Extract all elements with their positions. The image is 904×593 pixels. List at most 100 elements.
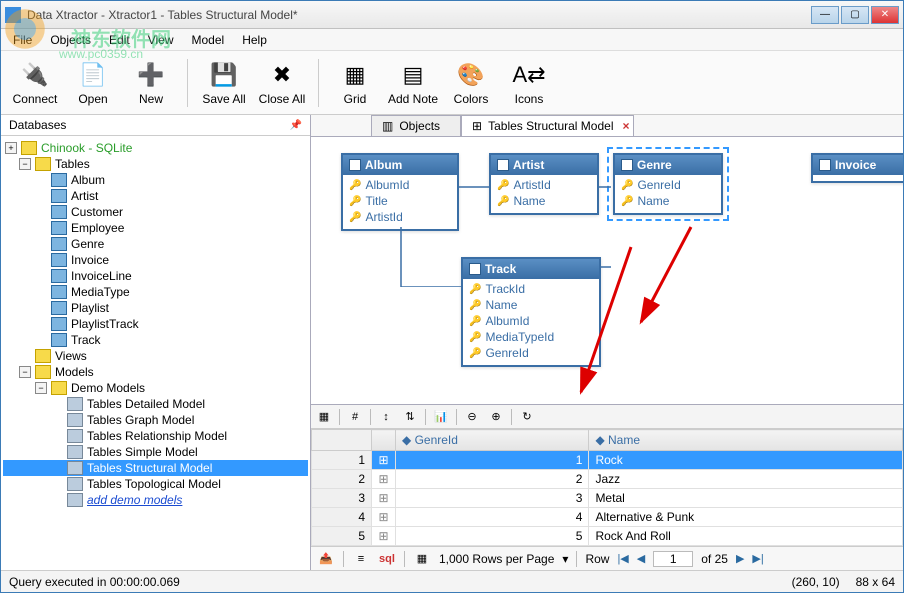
tree-tables-topological-model[interactable]: Tables Topological Model: [3, 476, 308, 492]
cell-name[interactable]: Metal: [589, 489, 903, 508]
tree-album[interactable]: Album: [3, 172, 308, 188]
tree-employee[interactable]: Employee: [3, 220, 308, 236]
tree-demo-models[interactable]: −Demo Models: [3, 380, 308, 396]
entity-field[interactable]: 🔑GenreId: [619, 177, 717, 193]
tree-genre[interactable]: Genre: [3, 236, 308, 252]
entity-field[interactable]: 🔑Title: [347, 193, 453, 209]
cell-name[interactable]: Jazz: [589, 470, 903, 489]
tree-toggle-icon[interactable]: −: [35, 382, 47, 394]
entity-field[interactable]: 🔑Name: [495, 193, 593, 209]
nav-prev[interactable]: ◀: [637, 552, 645, 565]
nav-sql-icon[interactable]: sql: [378, 550, 396, 568]
tree-playlist[interactable]: Playlist: [3, 300, 308, 316]
tree-tables[interactable]: −Tables: [3, 156, 308, 172]
table-row[interactable]: 3⊞3Metal: [312, 489, 903, 508]
open-button[interactable]: 📄Open: [65, 55, 121, 111]
tree-toggle-icon[interactable]: +: [5, 142, 17, 154]
entity-header[interactable]: Track: [463, 259, 599, 279]
menu-edit[interactable]: Edit: [101, 31, 138, 49]
entity-field[interactable]: 🔑AlbumId: [347, 177, 453, 193]
entity-track[interactable]: Track🔑TrackId🔑Name🔑AlbumId🔑MediaTypeId🔑G…: [461, 257, 601, 367]
table-row[interactable]: 2⊞2Jazz: [312, 470, 903, 489]
cell-genreid[interactable]: 2: [396, 470, 589, 489]
entity-field[interactable]: 🔑AlbumId: [467, 313, 595, 329]
close-button[interactable]: ✕: [871, 6, 899, 24]
entity-header[interactable]: Genre: [615, 155, 721, 175]
entity-field[interactable]: 🔑Name: [467, 297, 595, 313]
tree-invoice[interactable]: Invoice: [3, 252, 308, 268]
tree-chinook---sqlite[interactable]: +Chinook - SQLite: [3, 140, 308, 156]
column-name[interactable]: ◆ Name: [589, 430, 903, 451]
table-row[interactable]: 5⊞5Rock And Roll: [312, 527, 903, 546]
grid-button[interactable]: ▦Grid: [327, 55, 383, 111]
grid-tool-hash[interactable]: #: [346, 408, 364, 426]
entity-album[interactable]: Album 🔑AlbumId🔑Title🔑ArtistId: [341, 153, 459, 231]
tree-tables-structural-model[interactable]: Tables Structural Model: [3, 460, 308, 476]
entity-field[interactable]: 🔑Name: [619, 193, 717, 209]
nav-filter-icon[interactable]: ≡: [352, 550, 370, 568]
tree-artist[interactable]: Artist: [3, 188, 308, 204]
entity-artist[interactable]: Artist🔑ArtistId🔑Name: [489, 153, 599, 215]
cell-name[interactable]: Rock: [589, 451, 903, 470]
entity-field[interactable]: 🔑GenreId: [467, 345, 595, 361]
data-grid[interactable]: ◆ GenreId◆ Name1⊞1Rock2⊞2Jazz3⊞3Metal4⊞4…: [311, 429, 903, 546]
entity-header[interactable]: Artist: [491, 155, 597, 175]
expand-icon[interactable]: ⊞: [372, 489, 396, 508]
er-diagram[interactable]: Album🔑AlbumId🔑Title🔑ArtistId Artist🔑Arti…: [311, 137, 903, 404]
tree-add-demo-models[interactable]: add demo models: [3, 492, 308, 508]
minimize-button[interactable]: —: [811, 6, 839, 24]
tree-customer[interactable]: Customer: [3, 204, 308, 220]
tab-close-icon[interactable]: ×: [622, 119, 629, 133]
tree-toggle-icon[interactable]: −: [19, 366, 31, 378]
tree-tables-graph-model[interactable]: Tables Graph Model: [3, 412, 308, 428]
entity-invoice[interactable]: Invoice: [811, 153, 903, 183]
entity-header[interactable]: Album: [343, 155, 457, 175]
pin-icon[interactable]: 📌: [290, 120, 302, 131]
tree-track[interactable]: Track: [3, 332, 308, 348]
grid-tool-zoom-out[interactable]: ⊖: [463, 408, 481, 426]
tree-tables-detailed-model[interactable]: Tables Detailed Model: [3, 396, 308, 412]
nav-last[interactable]: ▶|: [752, 552, 763, 565]
maximize-button[interactable]: ▢: [841, 6, 869, 24]
tree-tables-simple-model[interactable]: Tables Simple Model: [3, 444, 308, 460]
saveall-button[interactable]: 💾Save All: [196, 55, 252, 111]
menu-view[interactable]: View: [140, 31, 182, 49]
icons-button[interactable]: A⇄Icons: [501, 55, 557, 111]
table-row[interactable]: 1⊞1Rock: [312, 451, 903, 470]
nav-export-icon[interactable]: 📤: [317, 550, 335, 568]
entity-genre[interactable]: Genre 🔑GenreId🔑Name: [613, 153, 723, 215]
tree-invoiceline[interactable]: InvoiceLine: [3, 268, 308, 284]
menu-model[interactable]: Model: [184, 31, 233, 49]
grid-tool-chart[interactable]: 📊: [432, 408, 450, 426]
nav-page-icon[interactable]: ▦: [413, 550, 431, 568]
tree-tables-relationship-model[interactable]: Tables Relationship Model: [3, 428, 308, 444]
tab-objects[interactable]: ▥Objects: [371, 115, 461, 136]
grid-tool-sort[interactable]: ⇅: [401, 408, 419, 426]
tree-mediatype[interactable]: MediaType: [3, 284, 308, 300]
expand-icon[interactable]: ⊞: [372, 508, 396, 527]
nav-next[interactable]: ▶: [736, 552, 744, 565]
entity-field[interactable]: 🔑ArtistId: [347, 209, 453, 225]
tree-toggle-icon[interactable]: −: [19, 158, 31, 170]
grid-tool-zoom-in[interactable]: ⊕: [487, 408, 505, 426]
expand-icon[interactable]: ⊞: [372, 527, 396, 546]
cell-genreid[interactable]: 1: [396, 451, 589, 470]
closeall-button[interactable]: ✖Close All: [254, 55, 310, 111]
colors-button[interactable]: 🎨Colors: [443, 55, 499, 111]
table-row[interactable]: 4⊞4Alternative & Punk: [312, 508, 903, 527]
connect-button[interactable]: 🔌Connect: [7, 55, 63, 111]
column-genreid[interactable]: ◆ GenreId: [396, 430, 589, 451]
new-button[interactable]: ➕New: [123, 55, 179, 111]
grid-tool-icon[interactable]: ▦: [315, 408, 333, 426]
tree-models[interactable]: −Models: [3, 364, 308, 380]
expand-icon[interactable]: ⊞: [372, 470, 396, 489]
expand-icon[interactable]: ⊞: [372, 451, 396, 470]
cell-genreid[interactable]: 4: [396, 508, 589, 527]
entity-header[interactable]: Invoice: [813, 155, 903, 175]
grid-tool-refresh[interactable]: ↻: [518, 408, 536, 426]
entity-field[interactable]: 🔑MediaTypeId: [467, 329, 595, 345]
tree-views[interactable]: Views: [3, 348, 308, 364]
nav-page-input[interactable]: [653, 551, 693, 567]
cell-name[interactable]: Rock And Roll: [589, 527, 903, 546]
cell-name[interactable]: Alternative & Punk: [589, 508, 903, 527]
